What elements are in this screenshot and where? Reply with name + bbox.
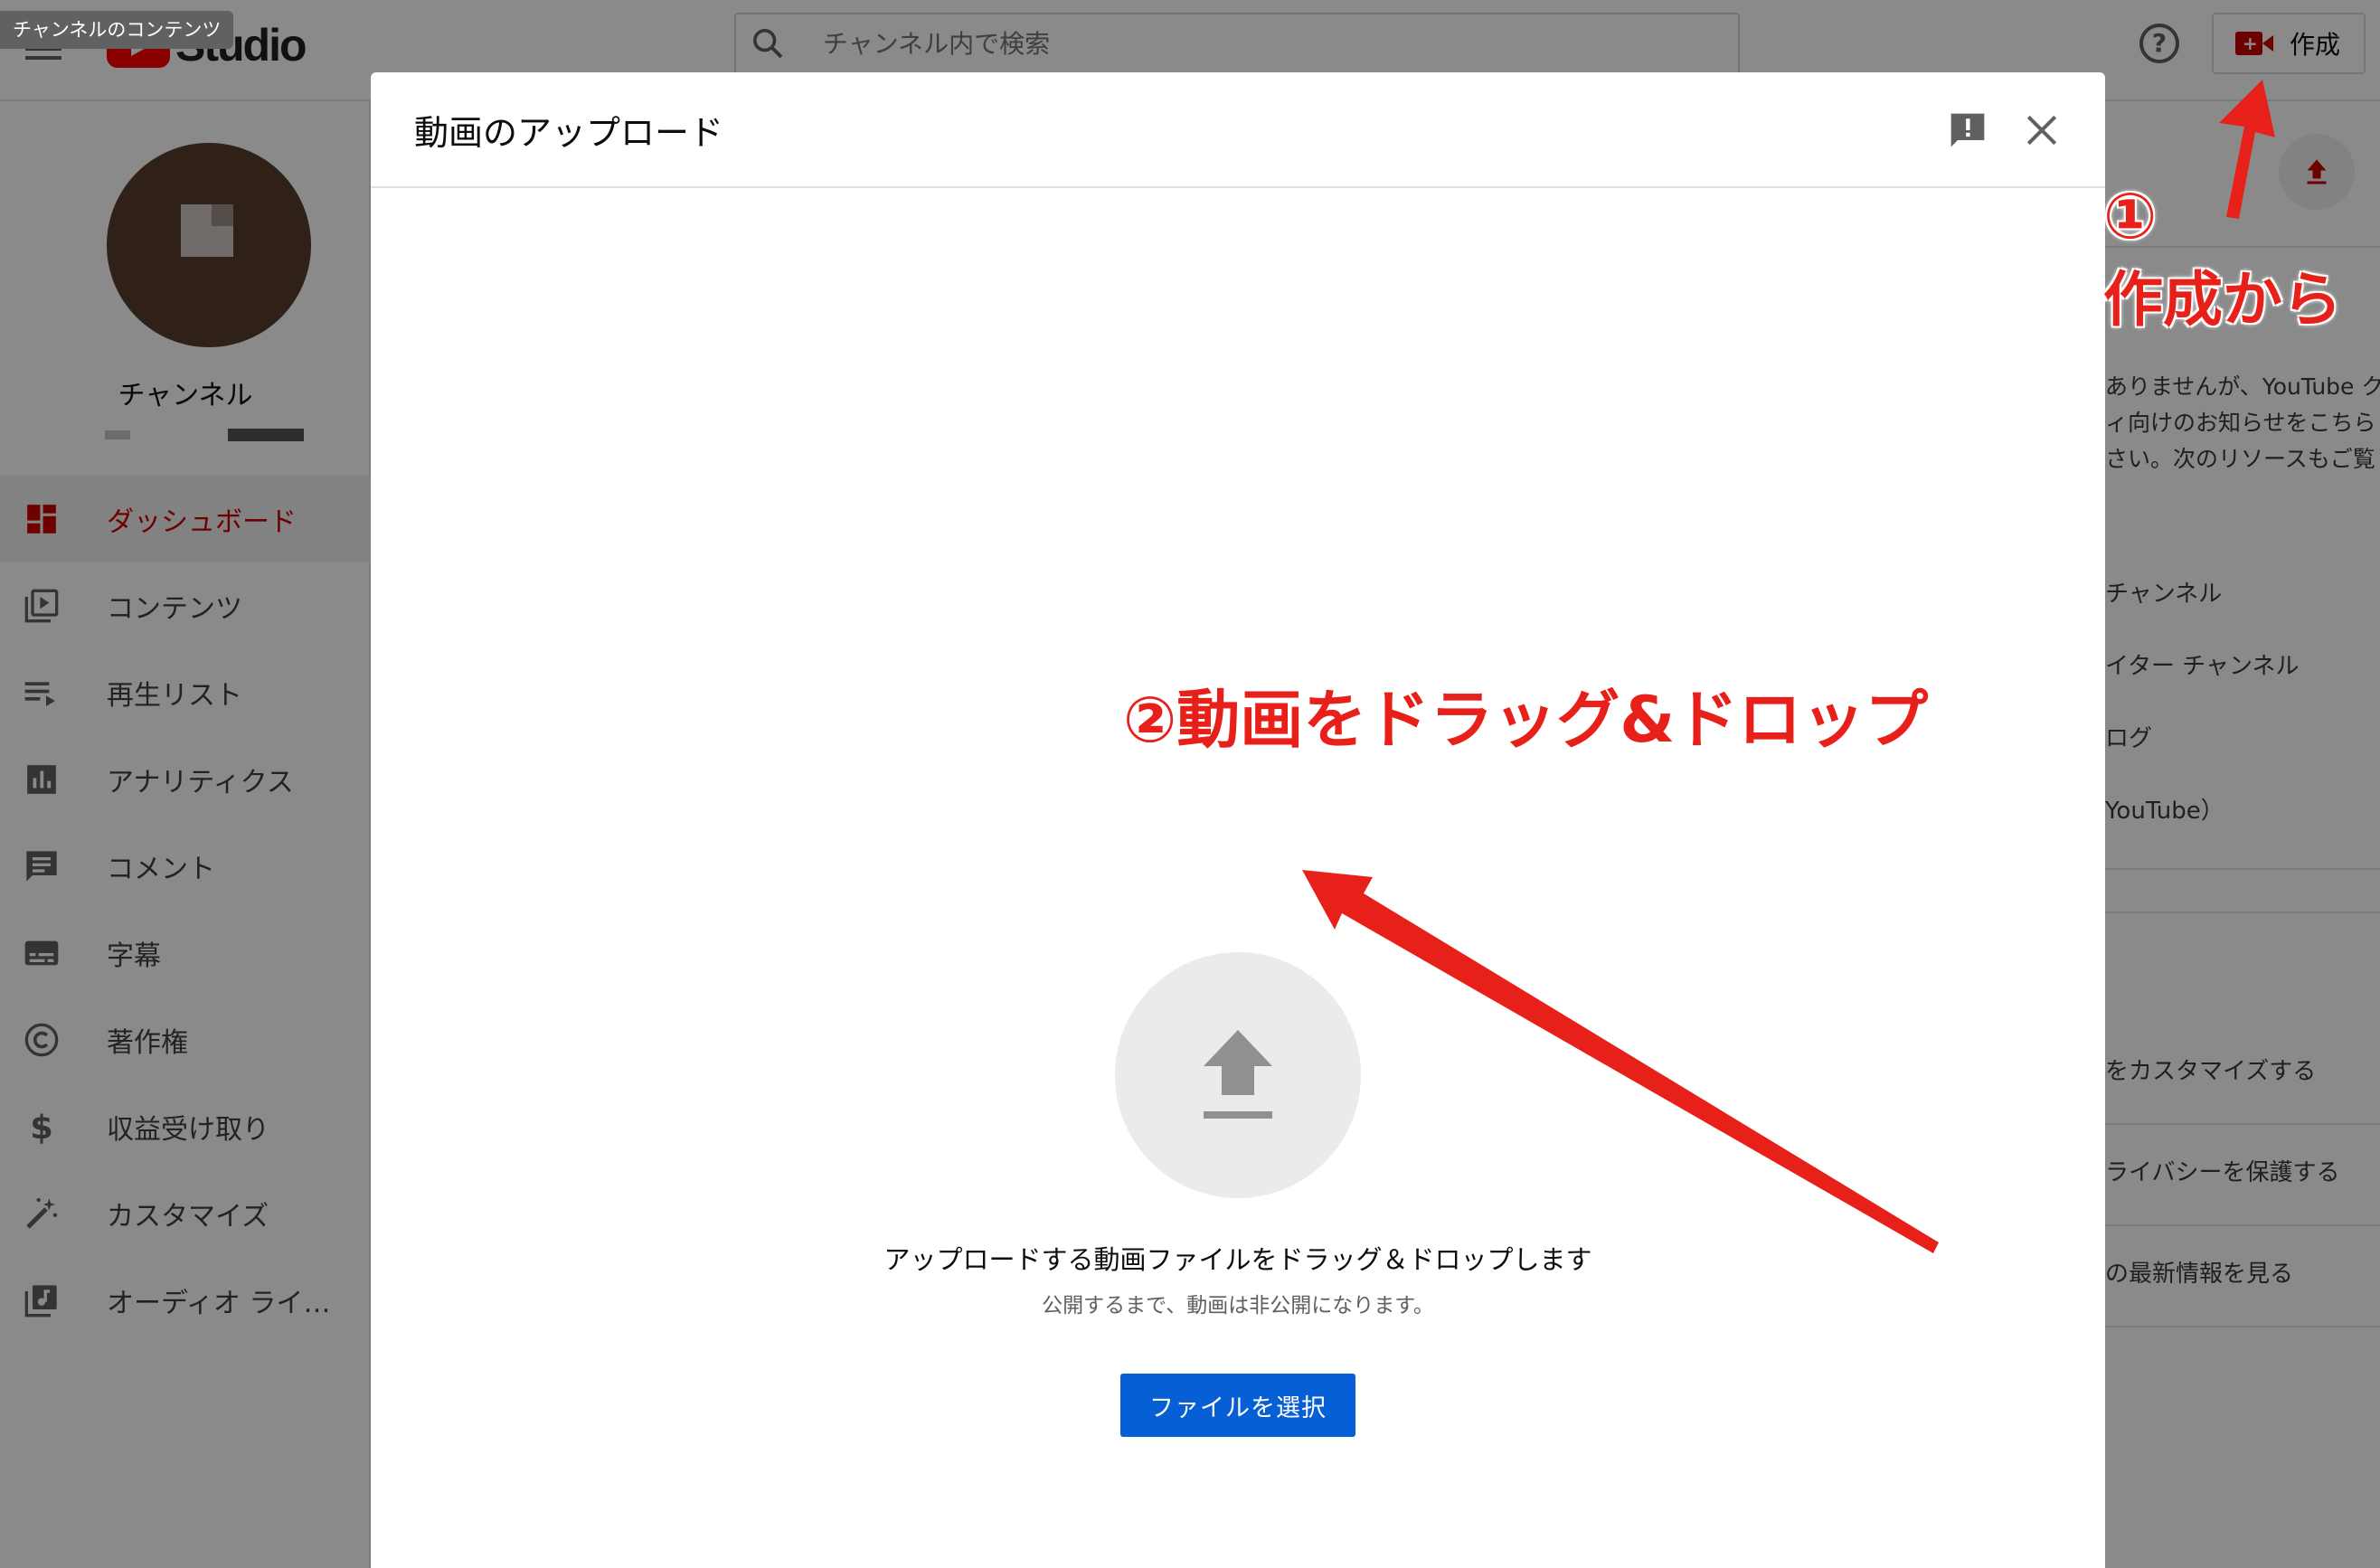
drop-subtext: 公開するまで、動画は非公開になります。 — [1042, 1294, 1434, 1318]
annotation-step2-text: ②動画をドラッグ&ドロップ — [1123, 683, 1929, 757]
drop-instructions: アップロードする動画ファイルをドラッグ＆ドロップします — [883, 1244, 1592, 1275]
feedback-icon[interactable] — [1948, 110, 1988, 150]
select-files-button[interactable]: ファイルを選択 — [1120, 1374, 1355, 1437]
upload-dialog: 動画のアップロード アップロードする動画ファイルをドラッグ＆ドロップします 公開… — [371, 72, 2105, 1568]
dialog-title: 動画のアップロード — [414, 113, 724, 153]
upload-drop-target[interactable] — [1115, 952, 1361, 1198]
upload-arrow-icon — [1204, 1030, 1272, 1119]
dialog-header: 動画のアップロード — [371, 72, 2105, 188]
close-icon[interactable] — [2022, 110, 2062, 150]
page-title-chip: チャンネルのコンテンツ — [0, 11, 234, 49]
annotation-step1-text: 作成から — [2103, 265, 2342, 335]
annotation-step1-number: ① — [2103, 179, 2158, 253]
